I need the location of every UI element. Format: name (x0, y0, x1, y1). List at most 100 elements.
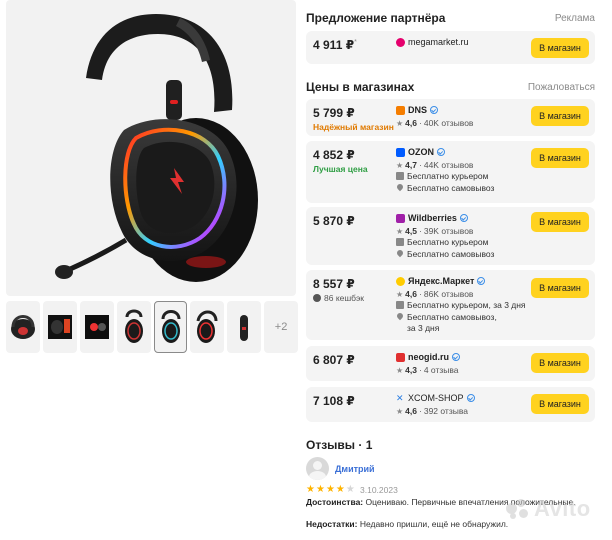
more-photos-label: +2 (274, 321, 288, 333)
best-price-badge: Лучшая цена (313, 164, 368, 174)
thumbnail-1[interactable] (6, 301, 40, 353)
verified-icon (466, 394, 475, 402)
shop-rating: ★ 4,7 · 44K отзывов (396, 160, 474, 170)
delivery-pickup: Бесплатно самовывоз (395, 248, 494, 260)
star-icon: ★ (396, 365, 404, 375)
more-photos-button[interactable]: +2 (264, 301, 298, 353)
verified-icon (452, 353, 460, 361)
store-offer-card: 4 852 ₽ Лучшая цена OZON ★ 4,7 · 44K отзыв… (306, 141, 595, 203)
shop-rating: ★ 4,6 · 392 отзыва (396, 406, 468, 416)
delivery-pickup: Бесплатно самовывоз, (395, 311, 497, 323)
verified-icon (437, 148, 445, 156)
store-offer-card: 6 807 ₽ neogid.ru ★ 4,3 · 4 отзыва В магаз… (306, 346, 595, 381)
star-icon: ★ (396, 289, 404, 299)
star-empty-icon: ★ (345, 484, 355, 495)
offer-price: 4 852 ₽ (313, 148, 355, 162)
review-date: 3.10.2023 (360, 485, 398, 495)
shop-rating: ★ 4,6 · 86K отзывов (396, 289, 474, 299)
store-offer-card: 8 557 ₽ 86 кешбэк Яндекс.Маркет ★ 4,6 · 86… (306, 270, 595, 340)
shop-name[interactable]: neogid.ru (396, 352, 460, 362)
star-icon: ★ (315, 484, 325, 495)
go-to-store-button[interactable]: В магазин (531, 106, 589, 126)
star-icon: ★ (306, 484, 315, 495)
shop-rating: ★ 4,5 · 39K отзывов (396, 226, 474, 236)
thumbnail-2[interactable] (42, 301, 77, 353)
partner-offer-header: Предложение партнёра Реклама (306, 11, 595, 25)
neogid-logo-icon (396, 352, 405, 362)
ad-label[interactable]: Реклама (555, 13, 595, 24)
star-icon: ★ (396, 118, 404, 128)
verified-icon (430, 106, 439, 114)
shop-rating: ★ 4,3 · 4 отзыва (396, 365, 459, 375)
yandex-market-logo-icon (396, 276, 405, 286)
shop-name[interactable]: ✕ XCOM-SHOP (396, 393, 475, 403)
reliable-shop-badge: Надёжный магазин (313, 122, 394, 132)
avito-watermark: Avito (506, 496, 591, 522)
delivery-courier: Бесплатно курьером (396, 171, 489, 182)
shop-name[interactable]: OZON (396, 147, 445, 157)
shop-name[interactable]: megamarket.ru (396, 37, 469, 47)
pin-icon (395, 182, 405, 192)
thumbnail-7[interactable] (227, 301, 262, 353)
star-icon: ★ (335, 484, 345, 495)
offer-price: 8 557 ₽ (313, 277, 355, 291)
review-stars: ★ ★ ★ ★ ★ (306, 484, 355, 495)
verified-icon (459, 214, 468, 222)
wildberries-logo-icon (396, 213, 405, 223)
thumbnail-5[interactable] (153, 301, 188, 353)
offer-price: 4 911 ₽* (313, 38, 357, 52)
reviewer-name[interactable]: Дмитрий (335, 464, 375, 474)
star-icon: ★ (396, 226, 404, 236)
dns-logo-icon (396, 105, 405, 115)
go-to-store-button[interactable]: В магазин (531, 38, 589, 58)
megamarket-logo-icon (396, 37, 405, 47)
offer-price: 5 870 ₽ (313, 214, 355, 228)
truck-icon (396, 172, 404, 180)
offer-price: 7 108 ₽ (313, 394, 355, 408)
store-offer-card: 7 108 ₽ ✕ XCOM-SHOP ★ 4,6 · 392 отзыва В м… (306, 387, 595, 422)
store-prices-title: Цены в магазинах (306, 80, 415, 94)
partner-offer-card: 4 911 ₽* megamarket.ru В магазин (306, 31, 595, 64)
offer-price: 5 799 ₽ (313, 106, 355, 120)
truck-icon (396, 301, 404, 309)
store-offer-card: 5 870 ₽ Wildberries ★ 4,5 · 39K отзывов Бе… (306, 207, 595, 265)
delivery-pickup: Бесплатно самовывоз (395, 182, 494, 194)
go-to-store-button[interactable]: В магазин (531, 148, 589, 168)
delivery-courier: Бесплатно курьером (396, 237, 489, 248)
go-to-store-button[interactable]: В магазин (531, 212, 589, 232)
truck-icon (396, 238, 404, 246)
go-to-store-button[interactable]: В магазин (531, 394, 589, 414)
complain-link[interactable]: Пожаловаться (528, 82, 595, 93)
go-to-store-button[interactable]: В магазин (531, 278, 589, 298)
star-icon: ★ (325, 484, 335, 495)
thumbnail-4[interactable] (116, 301, 151, 353)
cashback-badge: 86 кешбэк (313, 293, 364, 303)
thumbnail-3[interactable] (79, 301, 114, 353)
pin-icon (395, 311, 405, 321)
verified-icon (477, 277, 486, 285)
cashback-icon (313, 294, 321, 302)
delivery-courier: Бесплатно курьером, за 3 дня (396, 300, 526, 311)
go-to-store-button[interactable]: В магазин (531, 353, 589, 373)
reviews-title: Отзывы · 1 (306, 438, 373, 452)
offer-price: 6 807 ₽ (313, 353, 355, 367)
thumbnail-strip: +2 (6, 301, 298, 353)
shop-name[interactable]: DNS (396, 105, 439, 115)
store-prices-header: Цены в магазинах Пожаловаться (306, 80, 595, 94)
thumbnail-6[interactable] (190, 301, 225, 353)
pin-icon (395, 248, 405, 258)
avatar (306, 457, 329, 480)
star-icon: ★ (396, 406, 404, 416)
xcom-logo-icon: ✕ (396, 392, 404, 403)
partner-offer-title: Предложение партнёра (306, 11, 446, 25)
shop-rating: ★ 4,6 · 40K отзывов (396, 118, 474, 128)
shop-name[interactable]: Wildberries (396, 213, 468, 223)
avito-logo-icon (506, 499, 530, 519)
shop-name[interactable]: Яндекс.Маркет (396, 276, 486, 286)
delivery-pickup-cont: за 3 дня (407, 323, 440, 333)
product-main-photo[interactable] (6, 0, 296, 296)
review-cons: Недостатки: Недавно пришли, ещё не обнар… (306, 519, 509, 529)
store-offer-card: 5 799 ₽ Надёжный магазин DNS ★ 4,6 · 40K о… (306, 99, 595, 136)
star-icon: ★ (396, 160, 404, 170)
ozon-logo-icon (396, 147, 405, 157)
